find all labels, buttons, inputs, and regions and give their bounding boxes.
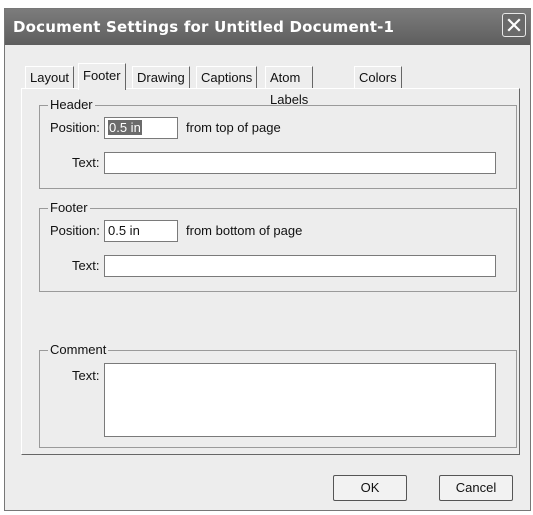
cancel-button[interactable]: Cancel — [439, 475, 513, 501]
footer-position-label: Position: — [50, 223, 100, 238]
tab-footer[interactable]: Footer — [78, 63, 126, 90]
header-position-label: Position: — [50, 120, 100, 135]
close-icon — [507, 18, 521, 32]
header-position-suffix: from top of page — [186, 120, 281, 135]
tab-atom-labels[interactable]: Atom Labels — [265, 66, 314, 107]
footer-position-field[interactable]: 0.5 in — [104, 220, 178, 242]
header-group: Header Position: 0.5 in from top of page… — [39, 97, 517, 189]
close-button[interactable] — [502, 13, 526, 37]
header-text-field[interactable] — [104, 152, 496, 174]
comment-group: Comment Text: — [39, 342, 517, 448]
title-bar[interactable]: Document Settings for Untitled Document-… — [5, 9, 530, 45]
footer-text-label: Text: — [72, 258, 100, 273]
ok-button[interactable]: OK — [333, 475, 407, 501]
tab-colors[interactable]: Colors — [354, 66, 402, 88]
footer-group-label: Footer — [48, 200, 90, 215]
header-position-field[interactable]: 0.5 in — [104, 117, 178, 139]
comment-group-label: Comment — [48, 342, 109, 357]
footer-group: Footer Position: 0.5 in from bottom of p… — [39, 200, 517, 292]
footer-position-suffix: from bottom of page — [186, 223, 303, 238]
dialog-title: Document Settings for Untitled Document-… — [13, 18, 395, 36]
comment-text-label: Text: — [72, 368, 100, 383]
tab-drawing[interactable]: Drawing — [132, 66, 190, 88]
comment-text-area[interactable] — [104, 363, 496, 437]
tab-layout[interactable]: Layout — [25, 66, 75, 88]
header-group-label: Header — [48, 97, 95, 112]
footer-tab-panel: Header Position: 0.5 in from top of page… — [21, 88, 520, 455]
footer-text-field[interactable] — [104, 255, 496, 277]
document-settings-dialog: Document Settings for Untitled Document-… — [4, 8, 531, 511]
header-position-value: 0.5 in — [108, 120, 142, 135]
header-text-label: Text: — [72, 155, 100, 170]
tab-captions[interactable]: Captions — [196, 66, 258, 88]
